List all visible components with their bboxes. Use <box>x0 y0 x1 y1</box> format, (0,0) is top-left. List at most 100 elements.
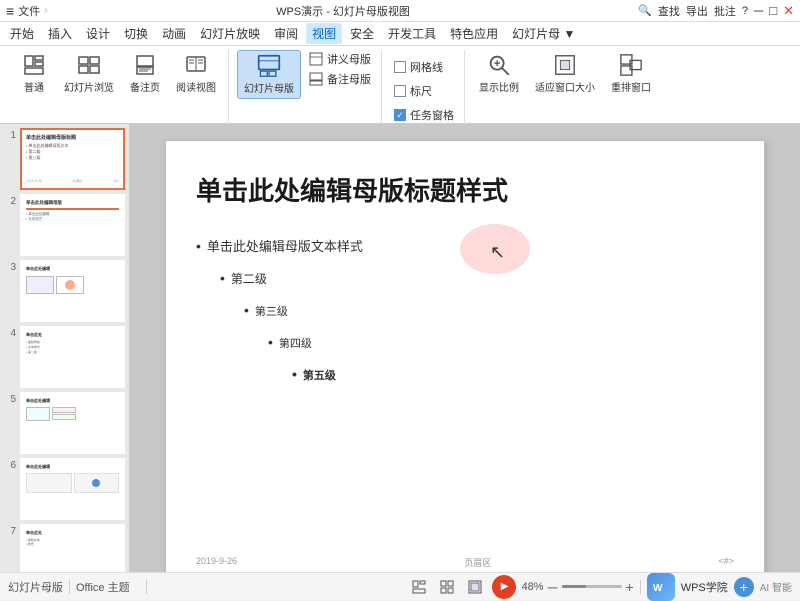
menu-design[interactable]: 设计 <box>80 23 116 44</box>
status-bar: 幻灯片母版 Office 主题 ▶ 48% ─ + W <box>0 572 800 600</box>
gridlines-label: 网格线 <box>410 59 443 75</box>
normal-view-btn[interactable]: 普通 <box>14 50 54 97</box>
menu-bar: 开始 插入 设计 切换 动画 幻灯片放映 审阅 视图 安全 开发工具 特色应用 … <box>0 22 800 46</box>
fit-window-icon <box>553 53 577 77</box>
slide-master-status: 幻灯片母版 <box>8 579 63 595</box>
footer-right: <#> <box>718 556 734 569</box>
menu-special[interactable]: 特色应用 <box>444 23 504 44</box>
search-label[interactable]: 查找 <box>658 3 680 19</box>
bullet-item-4: • 第四级 <box>268 328 734 356</box>
slide-title[interactable]: 单击此处编辑母版标题样式 <box>196 171 734 208</box>
hover-indicator <box>460 224 530 274</box>
breadcrumb-sep: › <box>44 5 48 17</box>
slide-img-5: 单击此处编辑 <box>20 392 125 454</box>
slide-thumb-5[interactable]: 5 单击此处编辑 <box>4 392 125 454</box>
view-normal-btn[interactable] <box>408 576 430 598</box>
bullet-dot-2: • <box>220 264 225 292</box>
normal-icon <box>22 53 46 77</box>
footer-date: 2019-9-26 <box>196 556 237 569</box>
slide-thumb-2[interactable]: 2 单击此处编辑母版 • 单击此处编辑• 文本样式 <box>4 194 125 256</box>
rearrange-btn[interactable]: 重排窗口 <box>605 50 657 97</box>
ribbon: 普通 幻灯片浏览 备注页 <box>0 46 800 124</box>
view-grid-btn[interactable] <box>436 576 458 598</box>
ruler-checkbox-btn[interactable]: 标尺 <box>390 82 458 100</box>
export-btn[interactable]: 导出 <box>686 3 708 19</box>
play-icon: ▶ <box>501 581 509 592</box>
title-bar-left: ≡ 文件 › <box>6 3 48 19</box>
search-icon: 🔍 <box>638 4 652 17</box>
bullet-text-3: 第三级 <box>255 301 288 323</box>
minimize-btn[interactable]: ─ <box>754 3 763 18</box>
wps-logo[interactable]: W <box>647 573 675 601</box>
task-pane-checkbox-btn[interactable]: ✓ 任务窗格 <box>390 106 458 124</box>
bullet-dot-1: • <box>196 232 201 260</box>
slide-img-7: 单击此处 • 编辑文本• 样式 <box>20 524 125 572</box>
window-title: WPS演示 - 幻灯片母版视图 <box>52 3 634 19</box>
close-btn[interactable]: ✕ <box>783 3 794 19</box>
slide-master-btn[interactable]: 幻灯片母版 <box>237 50 301 99</box>
zoom-slider-fill <box>562 585 586 588</box>
bullet-text-4: 第四级 <box>279 333 312 355</box>
zoom-slider[interactable] <box>562 585 622 588</box>
fit-window-btn[interactable]: 适应窗口大小 <box>529 50 601 97</box>
menu-start[interactable]: 开始 <box>4 23 40 44</box>
view-fit-btn[interactable] <box>464 576 486 598</box>
zoom-btn[interactable]: 显示比例 <box>473 50 525 97</box>
menu-switch[interactable]: 切换 <box>118 23 154 44</box>
gridlines-checkbox-btn[interactable]: 网格线 <box>390 58 458 76</box>
rearrange-icon <box>619 53 643 77</box>
comment-btn[interactable]: 批注 <box>714 3 736 19</box>
play-slideshow-btn[interactable]: ▶ <box>492 575 516 599</box>
zoom-minus-btn[interactable]: ─ <box>548 579 558 595</box>
slide-thumb-1[interactable]: 1 单击此处编辑母版标题 • 单击此处编辑母版文本 • 第二级 • 第三级 20… <box>4 128 125 190</box>
slide-browse-label: 幻灯片浏览 <box>64 79 114 94</box>
slide-num-2: 2 <box>4 194 16 207</box>
handout-master-btn[interactable]: 讲义母版 <box>305 50 375 68</box>
slide-main[interactable]: 单击此处编辑母版标题样式 • 单击此处编辑母版文本样式 • 第二级 • 第三级 … <box>165 140 765 572</box>
slide-img-6: 单击此处编辑 <box>20 458 125 520</box>
office-theme-label: Office 主题 <box>76 579 130 595</box>
zoom-items: 显示比例 适应窗口大小 重排窗口 <box>473 50 657 97</box>
menu-insert[interactable]: 插入 <box>42 23 78 44</box>
read-view-btn[interactable]: 阅读视图 <box>170 50 222 97</box>
title-bar-right: 🔍 查找 导出 批注 ? ─ □ ✕ <box>638 3 794 19</box>
bullet-item-3: • 第三级 <box>244 296 734 324</box>
menu-slidemaster[interactable]: 幻灯片母 ▼ <box>506 23 581 44</box>
bullet-dot-5: • <box>292 360 297 388</box>
slide-num-5: 5 <box>4 392 16 405</box>
zoom-plus-btn[interactable]: + <box>626 579 634 595</box>
svg-text:W: W <box>653 583 663 594</box>
ruler-label: 标尺 <box>410 83 432 99</box>
help-btn[interactable]: ? <box>742 5 748 17</box>
footer-page: 页眉区 <box>464 556 491 569</box>
slide-browse-icon <box>77 53 101 77</box>
menu-animation[interactable]: 动画 <box>156 23 192 44</box>
show-items: 网格线 标尺 ✓ 任务窗格 <box>390 50 458 124</box>
add-btn[interactable]: + <box>734 577 754 597</box>
task-pane-checkbox: ✓ <box>394 109 406 121</box>
zoom-area: 48% ─ + <box>522 579 634 595</box>
slide-thumb-4[interactable]: 4 单击此处 • 编辑母版• 文本样式 • 第二级 <box>4 326 125 388</box>
notes-page-icon <box>133 53 157 77</box>
menu-slideshow[interactable]: 幻灯片放映 <box>194 23 266 44</box>
slide-img-3: 单击此处编辑 <box>20 260 125 322</box>
slide-browse-btn[interactable]: 幻灯片浏览 <box>58 50 120 97</box>
read-icon <box>184 53 208 77</box>
slide-thumb-7[interactable]: 7 单击此处 • 编辑文本• 样式 <box>4 524 125 572</box>
menu-devtools[interactable]: 开发工具 <box>382 23 442 44</box>
menu-icon[interactable]: ≡ <box>6 3 14 19</box>
menu-security[interactable]: 安全 <box>344 23 380 44</box>
notes-master-btn[interactable]: 备注母版 <box>305 70 375 88</box>
menu-view[interactable]: 视图 <box>306 23 342 44</box>
notes-page-btn[interactable]: 备注页 <box>124 50 166 97</box>
gridlines-checkbox <box>394 61 406 73</box>
maximize-btn[interactable]: □ <box>769 3 777 18</box>
file-menu[interactable]: 文件 <box>18 3 40 19</box>
handout-master-label: 讲义母版 <box>327 51 371 67</box>
slide-num-7: 7 <box>4 524 16 537</box>
wps-academy-label[interactable]: WPS学院 <box>681 579 728 595</box>
slide-thumb-6[interactable]: 6 单击此处编辑 <box>4 458 125 520</box>
slide-thumb-3[interactable]: 3 单击此处编辑 <box>4 260 125 322</box>
task-pane-label: 任务窗格 <box>410 107 454 123</box>
menu-review[interactable]: 审阅 <box>268 23 304 44</box>
